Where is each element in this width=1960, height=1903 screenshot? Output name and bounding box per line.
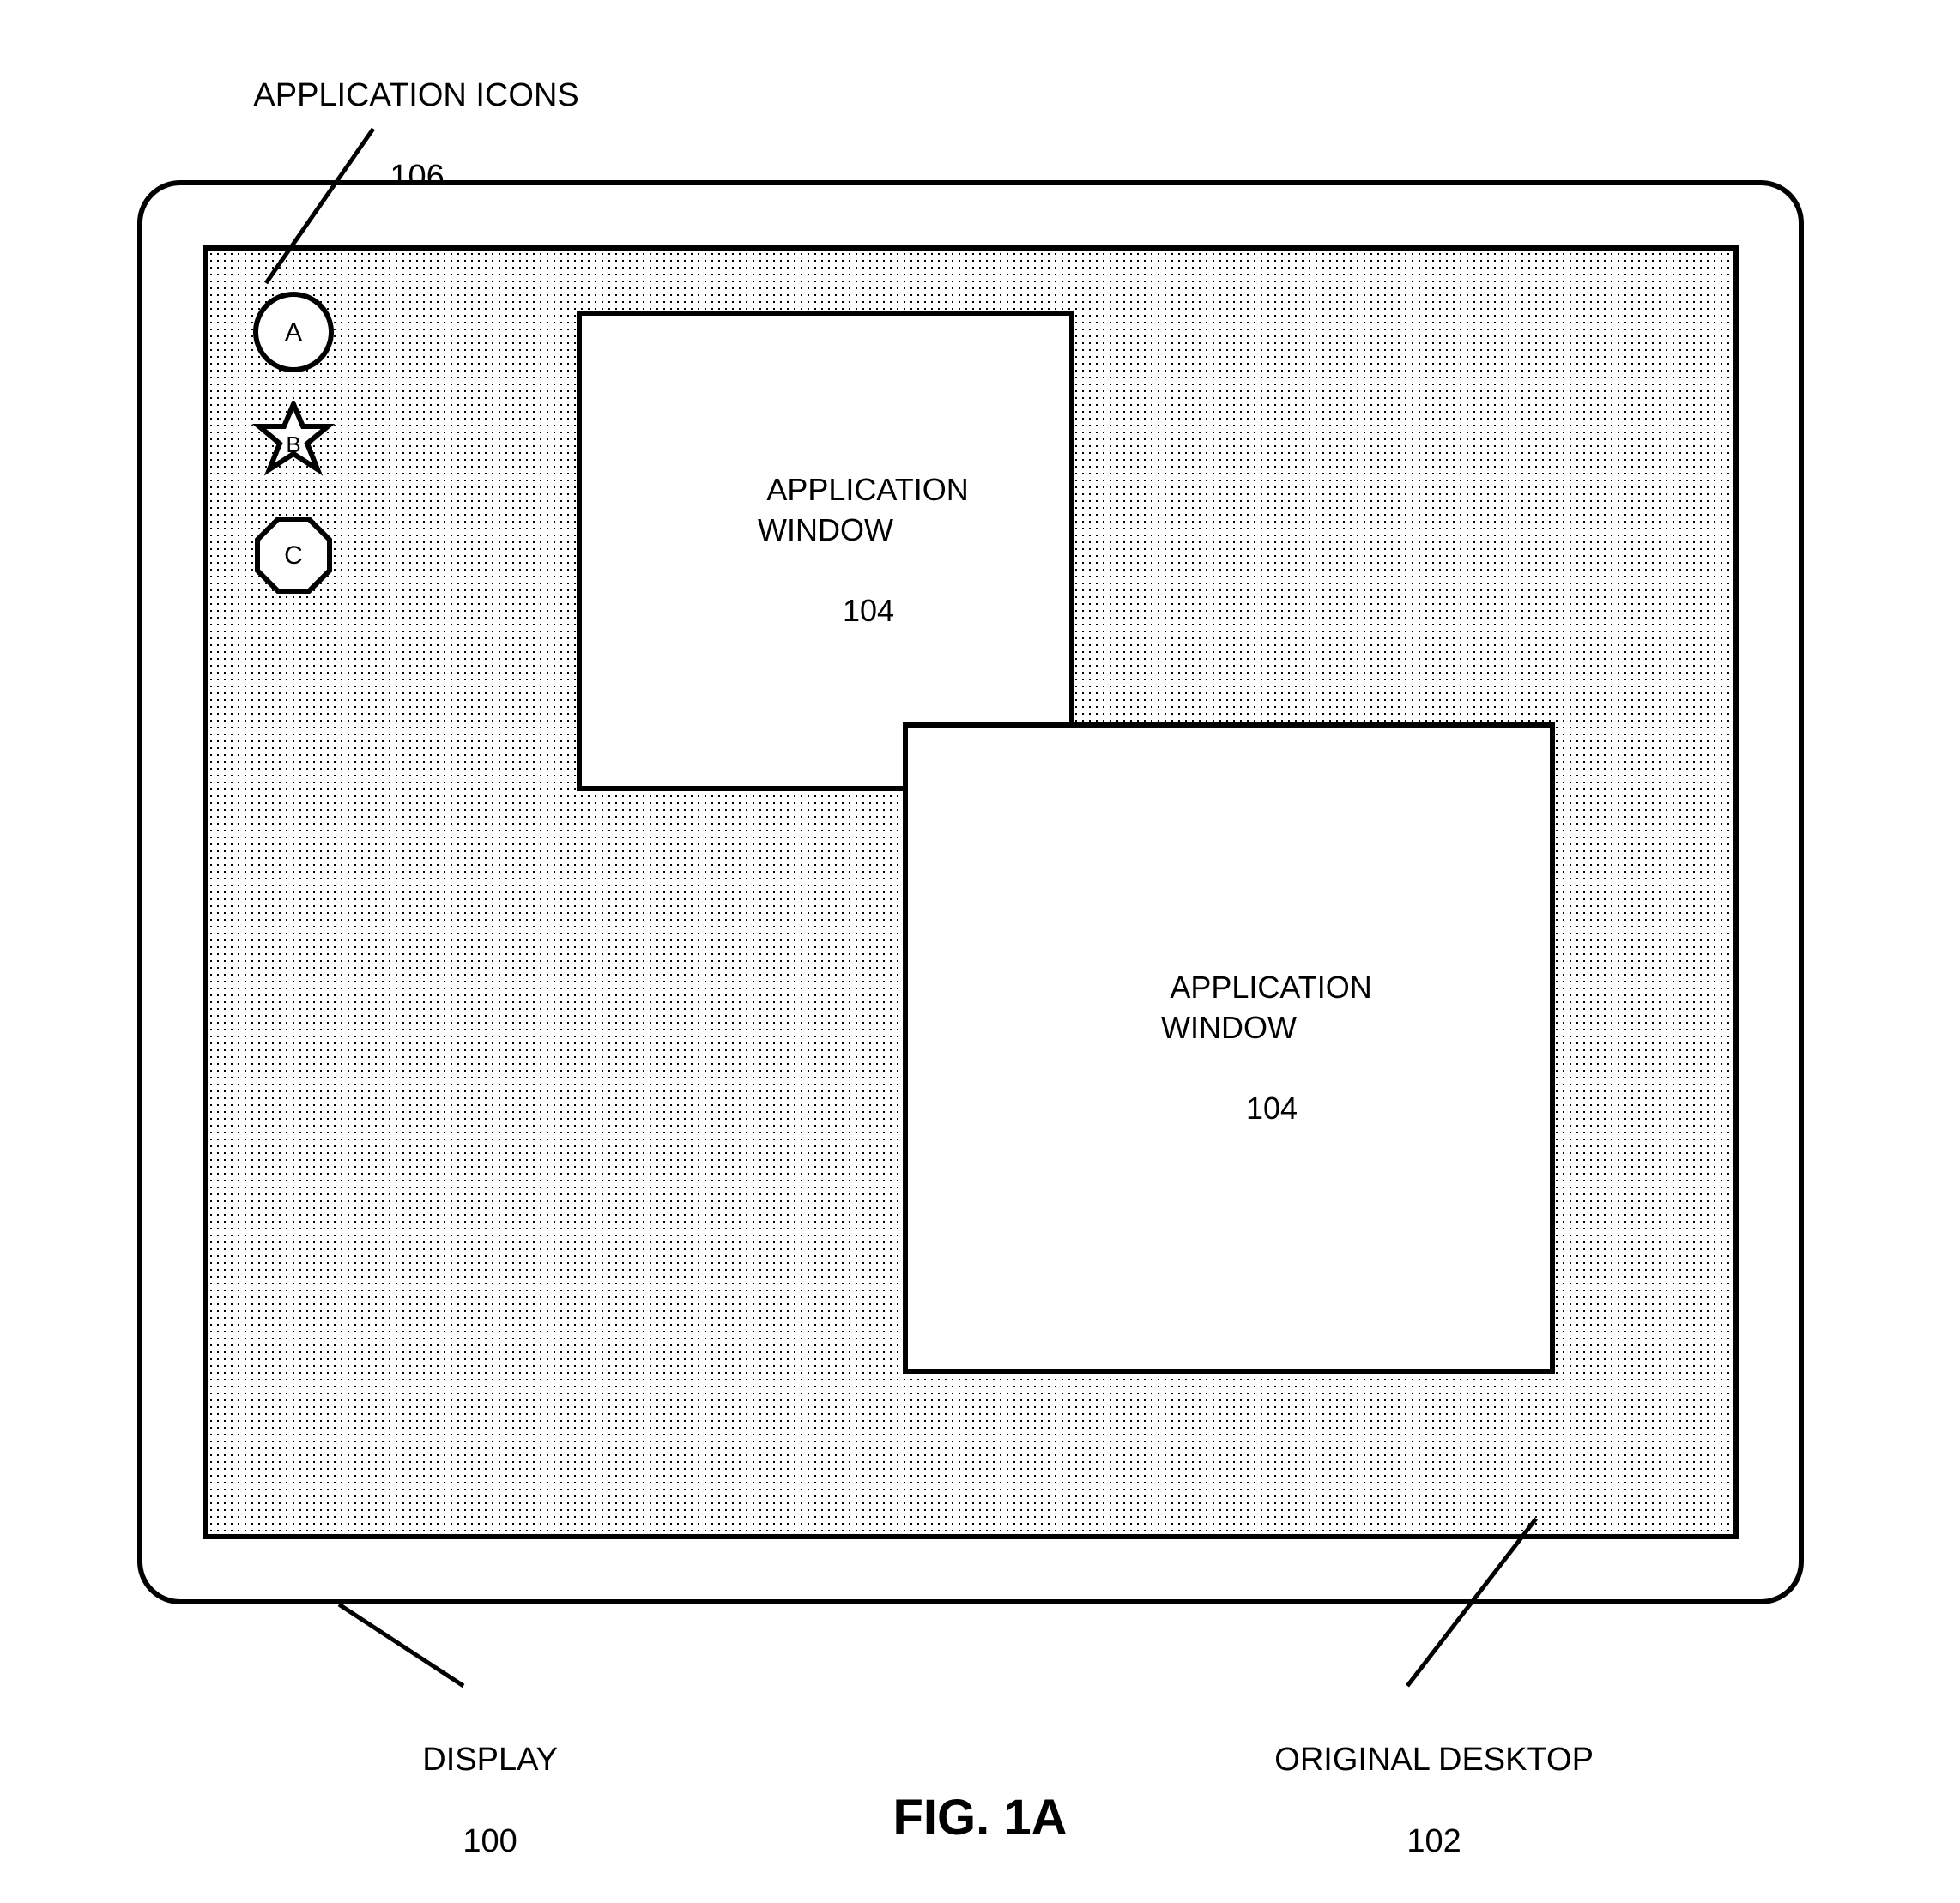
circle-icon <box>251 289 336 375</box>
application-window-front-label: APPLICATION WINDOW <box>1161 970 1372 1045</box>
annotation-desktop-ref: 102 <box>1406 1823 1461 1859</box>
app-icon-b[interactable]: B <box>251 401 336 486</box>
star-icon <box>251 401 336 486</box>
annotation-display: DISPLAY 100 <box>360 1699 584 1903</box>
figure-caption: FIG. 1A <box>892 1789 1067 1846</box>
octagon-icon <box>251 512 336 598</box>
application-window-back-ref: 104 <box>843 593 894 628</box>
annotation-desktop: ORIGINAL DESKTOP 102 <box>1219 1699 1613 1903</box>
application-window-front-text: APPLICATION WINDOW 104 <box>1086 928 1371 1169</box>
annotation-app-icons-label: APPLICATION ICONS <box>253 77 578 113</box>
display-bezel: A B C <box>137 180 1804 1604</box>
app-icon-c[interactable]: C <box>251 512 336 598</box>
application-window-front-ref: 104 <box>1246 1090 1298 1126</box>
application-window-back[interactable]: APPLICATION WINDOW 104 <box>577 311 1074 791</box>
annotation-display-ref: 100 <box>463 1823 517 1859</box>
application-window-back-label: APPLICATION WINDOW <box>758 472 969 547</box>
figure-canvas: APPLICATION ICONS 106 DISPLAY 100 ORIGIN… <box>0 0 1960 1898</box>
app-icon-a[interactable]: A <box>251 289 336 375</box>
application-window-front[interactable]: APPLICATION WINDOW 104 <box>903 722 1555 1374</box>
desktop-area[interactable]: A B C <box>203 245 1739 1539</box>
annotation-display-label: DISPLAY <box>422 1742 558 1778</box>
application-icons-column: A B C <box>242 289 345 598</box>
annotation-desktop-label: ORIGINAL DESKTOP <box>1274 1742 1594 1778</box>
application-window-back-text: APPLICATION WINDOW 104 <box>682 431 968 672</box>
